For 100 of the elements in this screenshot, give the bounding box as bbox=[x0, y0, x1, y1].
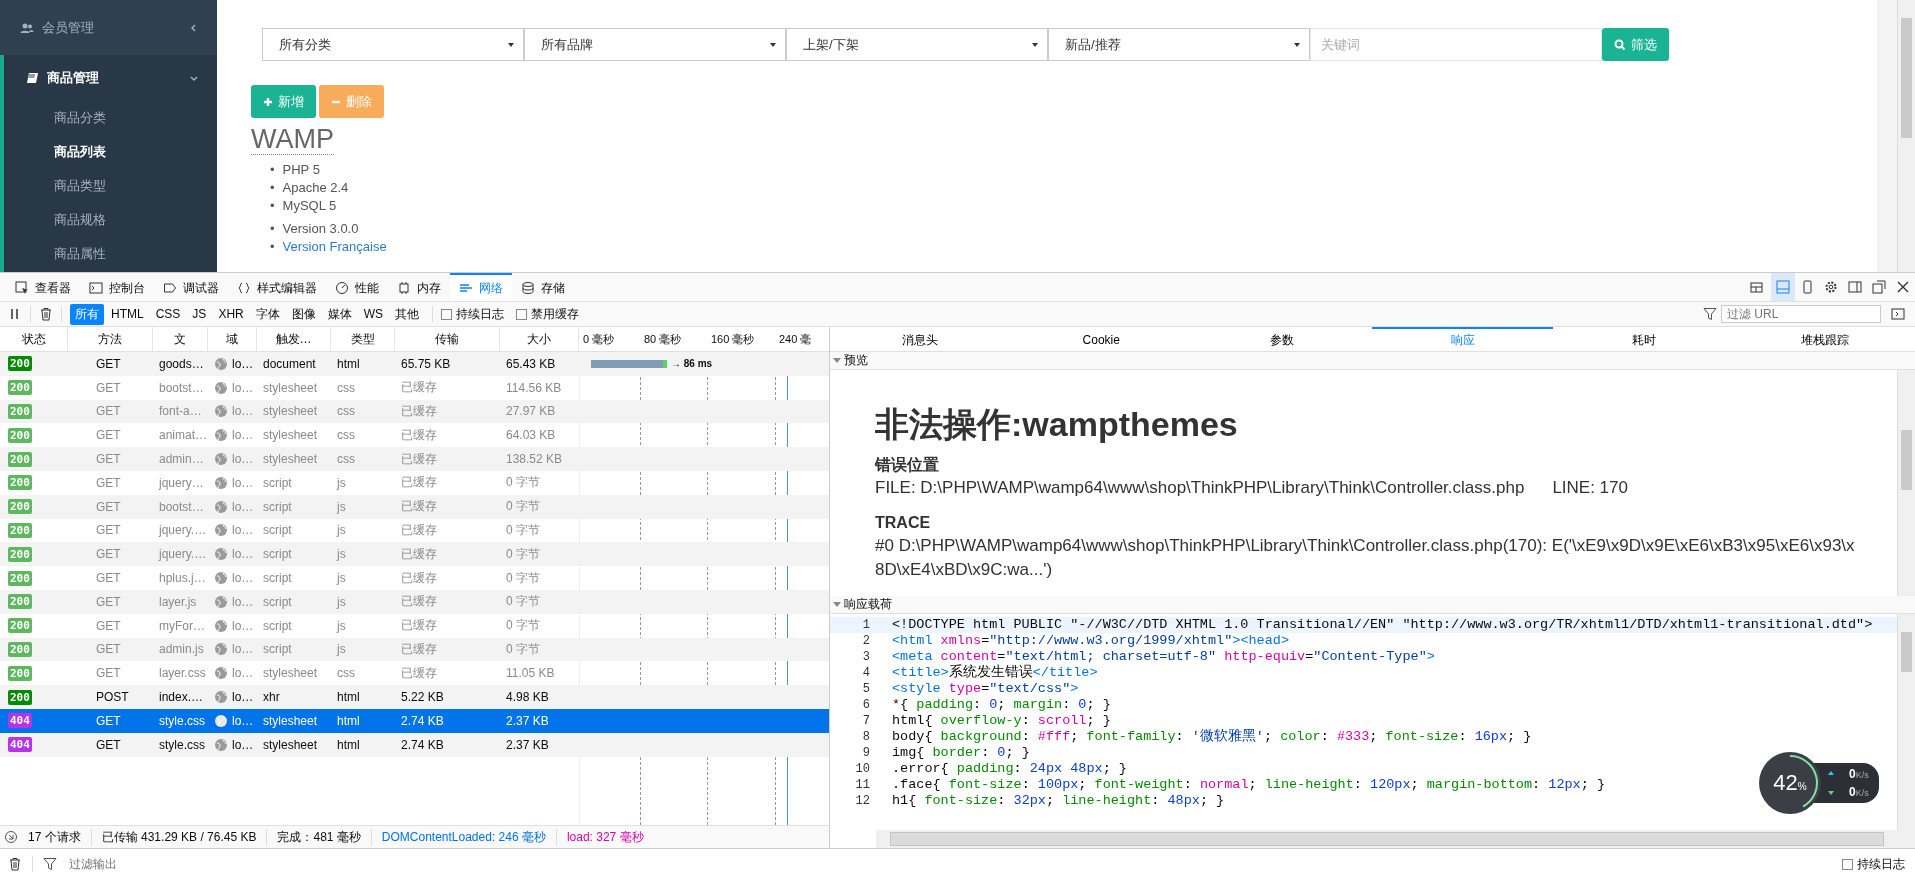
sidebar-submenu-item[interactable]: 商品属性 bbox=[4, 237, 217, 271]
panel-toggle-icon[interactable] bbox=[1891, 307, 1905, 321]
type-filter-button[interactable]: 字体 bbox=[250, 303, 285, 325]
type-text: js bbox=[337, 571, 346, 586]
type-filter-button[interactable]: 其他 bbox=[390, 303, 425, 325]
transferred-text: 已缓存 bbox=[401, 450, 437, 468]
type-text: css bbox=[337, 404, 355, 419]
type-filter-button[interactable]: CSS bbox=[150, 305, 186, 323]
section-header[interactable]: 预览 bbox=[830, 352, 1915, 370]
request-row[interactable]: 200 POST index.… lo… xhr html 5.22 KB 4.98 KB bbox=[0, 685, 829, 709]
column-header[interactable]: 文 bbox=[153, 327, 208, 351]
size-text: 65.43 KB bbox=[506, 356, 556, 371]
cause-text: script bbox=[263, 475, 292, 490]
column-header[interactable]: 状态 bbox=[0, 327, 68, 351]
debugger-icon[interactable] bbox=[163, 281, 177, 295]
type-filter-button[interactable]: XHR bbox=[213, 305, 249, 323]
devtools-tab[interactable]: 性能 bbox=[326, 273, 388, 301]
dropdown[interactable]: 所有分类 bbox=[262, 28, 524, 61]
inspector-icon[interactable] bbox=[15, 281, 29, 295]
cause-text: script bbox=[263, 571, 292, 586]
column-header[interactable]: 触发… bbox=[257, 327, 331, 351]
checkbox[interactable] bbox=[1842, 858, 1853, 870]
type-filter-button[interactable]: WS bbox=[358, 305, 389, 323]
method-text: GET bbox=[96, 380, 121, 395]
filter-icon[interactable] bbox=[43, 857, 57, 871]
dropdown[interactable]: 上架/下架 bbox=[786, 28, 1048, 61]
trash-icon[interactable] bbox=[8, 857, 22, 871]
link[interactable]: Version Française bbox=[282, 238, 387, 256]
reload-icon[interactable] bbox=[4, 830, 18, 844]
request-row[interactable]: 200 GET layer.css lo… stylesheet css 已缓存 11.05 KB bbox=[0, 661, 829, 686]
layout-menu-icon[interactable] bbox=[1750, 280, 1766, 294]
checkbox-label: 禁用缓存 bbox=[531, 305, 580, 323]
phone-icon[interactable] bbox=[1800, 280, 1814, 294]
trash-icon[interactable] bbox=[39, 307, 53, 321]
scrollbar[interactable] bbox=[1897, 370, 1915, 596]
request-row[interactable]: 200 GET hplus.j… lo… script js 已缓存 0 字节 bbox=[0, 566, 829, 590]
console-icon[interactable] bbox=[89, 281, 103, 295]
checkbox[interactable] bbox=[441, 308, 453, 320]
database-icon[interactable] bbox=[521, 281, 535, 295]
request-row[interactable]: 404 GET style.css lo… stylesheet html 2.74 KB 2.37 KB bbox=[0, 708, 829, 733]
column-header[interactable]: 域 bbox=[208, 327, 257, 351]
type-filter-button[interactable]: 所有 bbox=[70, 303, 104, 325]
up-arrow-icon bbox=[1827, 770, 1835, 778]
checkbox[interactable] bbox=[516, 308, 528, 320]
popout-icon[interactable] bbox=[1872, 280, 1886, 294]
sidebar-submenu-item[interactable]: 商品分类 bbox=[4, 101, 217, 135]
devtools-tab[interactable]: 样式编辑器 bbox=[228, 273, 326, 301]
braces-icon[interactable] bbox=[237, 281, 251, 295]
dropdown[interactable]: 所有品牌 bbox=[524, 28, 786, 61]
sidebar-menu-item[interactable]: 商品管理 bbox=[4, 55, 217, 101]
column-header[interactable]: 类型 bbox=[331, 327, 395, 351]
url-filter-field[interactable]: 过滤 URL bbox=[1721, 305, 1881, 323]
devtools-tab[interactable]: 调试器 bbox=[154, 273, 228, 301]
sidebar-submenu-item[interactable]: 商品类型 bbox=[4, 169, 217, 203]
sidebar-submenu-item[interactable]: 商品规格 bbox=[4, 203, 217, 237]
column-header[interactable]: 传输 bbox=[395, 327, 500, 351]
request-row[interactable]: 200 GET myFor… lo… script js 已缓存 0 字节 bbox=[0, 613, 829, 638]
status-badge: 200 bbox=[8, 356, 32, 372]
request-row[interactable]: 200 GET bootst… lo… stylesheet css 已缓存 114.56 KB bbox=[0, 375, 829, 400]
method-text: GET bbox=[96, 356, 121, 371]
type-filter-button[interactable]: 媒体 bbox=[322, 303, 357, 325]
keyword-field[interactable]: 关键词 bbox=[1310, 28, 1602, 61]
sidebar-submenu-item[interactable]: 商品列表 bbox=[4, 135, 217, 169]
request-row[interactable]: 404 GET style.css lo… stylesheet html 2.74 KB 2.37 KB bbox=[0, 732, 829, 757]
scrollbar[interactable] bbox=[876, 830, 1898, 848]
devtools-tab[interactable]: 存储 bbox=[512, 273, 574, 301]
details-tab[interactable]: 堆栈跟踪 bbox=[1734, 327, 1915, 351]
request-row[interactable]: 200 GET animat… lo… stylesheet css 已缓存 64.03 KB bbox=[0, 423, 829, 448]
file-name: jquery… bbox=[159, 475, 204, 490]
settings-icon[interactable] bbox=[1824, 280, 1838, 294]
filter-icon[interactable] bbox=[1703, 307, 1717, 321]
scrollbar[interactable] bbox=[1897, 614, 1915, 848]
details-tab[interactable]: Cookie bbox=[1010, 327, 1192, 351]
column-header[interactable]: 大小 bbox=[500, 327, 579, 351]
close-icon[interactable] bbox=[1896, 280, 1910, 294]
domain-text: lo… bbox=[232, 404, 254, 419]
dropdown[interactable]: 新品/推荐 bbox=[1048, 28, 1310, 61]
bullet: • bbox=[270, 197, 275, 215]
devtools-tab[interactable]: 查看器 bbox=[6, 273, 80, 301]
chip-icon[interactable] bbox=[397, 281, 411, 295]
line-number: 10 bbox=[854, 761, 871, 777]
devtools-tab[interactable]: 控制台 bbox=[80, 273, 154, 301]
request-row[interactable]: 200 GET jquery… lo… script js 已缓存 0 字节 bbox=[0, 471, 829, 495]
split-icon[interactable] bbox=[1848, 280, 1862, 294]
column-header[interactable]: 方法 bbox=[68, 327, 153, 351]
details-tab[interactable]: 参数 bbox=[1191, 327, 1373, 351]
type-filter-button[interactable]: 图像 bbox=[286, 303, 321, 325]
request-row[interactable]: 200 GET jquery.… lo… script js 已缓存 0 字节 bbox=[0, 518, 829, 543]
sidebar-menu-item[interactable]: 会员管理 bbox=[0, 0, 217, 55]
gauge-icon[interactable] bbox=[335, 281, 349, 295]
network-icon[interactable] bbox=[459, 281, 473, 295]
request-row[interactable]: 200 GET goods… lo… document html 65.75 KB 65.43 KB → 86 ms bbox=[0, 352, 829, 376]
devtools-tab[interactable]: 网络 bbox=[450, 273, 512, 301]
type-filter-button[interactable]: JS bbox=[187, 305, 212, 323]
devtools-tab[interactable]: 内存 bbox=[388, 273, 450, 301]
scrollbar[interactable] bbox=[1897, 0, 1915, 272]
details-tab[interactable]: 消息头 bbox=[830, 327, 1011, 351]
section-header[interactable]: 响应载荷 bbox=[830, 596, 1915, 614]
details-tab[interactable]: 耗时 bbox=[1553, 327, 1735, 351]
type-filter-button[interactable]: HTML bbox=[106, 305, 149, 323]
